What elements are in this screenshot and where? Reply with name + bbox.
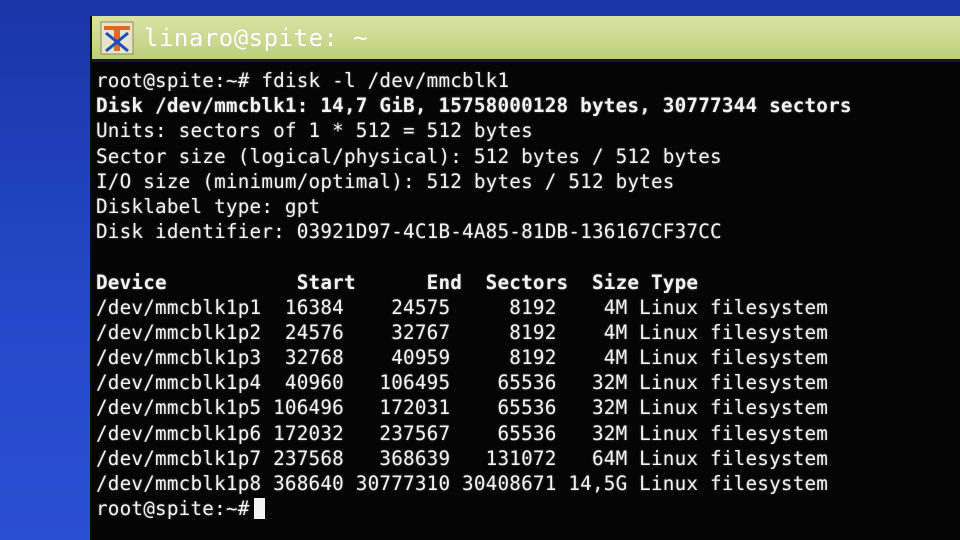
partition-row: /dev/mmcblk1p3 32768 40959 8192 4M Linux… bbox=[96, 346, 829, 370]
partition-row: /dev/mmcblk1p8 368640 30777310 30408671 … bbox=[96, 472, 829, 495]
window-title: linaro@spite: ~ bbox=[144, 23, 369, 52]
info-line-disk-identifier: Disk identifier: 03921D97-4C1B-4A85-81DB… bbox=[96, 220, 722, 244]
command-line: root@spite:~# fdisk -l /dev/mmcblk1 bbox=[96, 69, 510, 92]
shell-prompt: root@spite:~# bbox=[96, 497, 250, 521]
shell-prompt-row[interactable]: root@spite:~# bbox=[96, 496, 956, 521]
info-line-disklabel: Disklabel type: gpt bbox=[96, 194, 321, 218]
text-cursor bbox=[253, 498, 265, 520]
partition-row: /dev/mmcblk1p4 40960 106495 65536 32M Li… bbox=[96, 371, 829, 395]
info-line-units: Units: sectors of 1 * 512 = 512 bytes bbox=[96, 119, 533, 143]
info-line-sector-size: Sector size (logical/physical): 512 byte… bbox=[96, 144, 722, 168]
partition-table-header: Device Start End Sectors Size Type bbox=[96, 270, 699, 294]
disk-summary-line: Disk /dev/mmcblk1: 14,7 GiB, 15758000128… bbox=[96, 94, 852, 118]
partition-row: /dev/mmcblk1p1 16384 24575 8192 4M Linux… bbox=[96, 295, 829, 319]
terminal-window[interactable]: linaro@spite: ~ root@spite:~# fdisk -l /… bbox=[92, 16, 960, 540]
partition-row: /dev/mmcblk1p2 24576 32767 8192 4M Linux… bbox=[96, 320, 829, 344]
partition-row: /dev/mmcblk1p5 106496 172031 65536 32M L… bbox=[96, 396, 829, 420]
partition-row: /dev/mmcblk1p6 172032 237567 65536 32M L… bbox=[96, 421, 829, 445]
terminal-app-icon bbox=[100, 21, 134, 54]
terminal-output[interactable]: root@spite:~# fdisk -l /dev/mmcblk1 Disk… bbox=[96, 68, 956, 536]
info-line-io-size: I/O size (minimum/optimal): 512 bytes / … bbox=[96, 169, 675, 193]
window-titlebar[interactable]: linaro@spite: ~ bbox=[92, 16, 960, 62]
partition-row: /dev/mmcblk1p7 237568 368639 131072 64M … bbox=[96, 446, 829, 470]
